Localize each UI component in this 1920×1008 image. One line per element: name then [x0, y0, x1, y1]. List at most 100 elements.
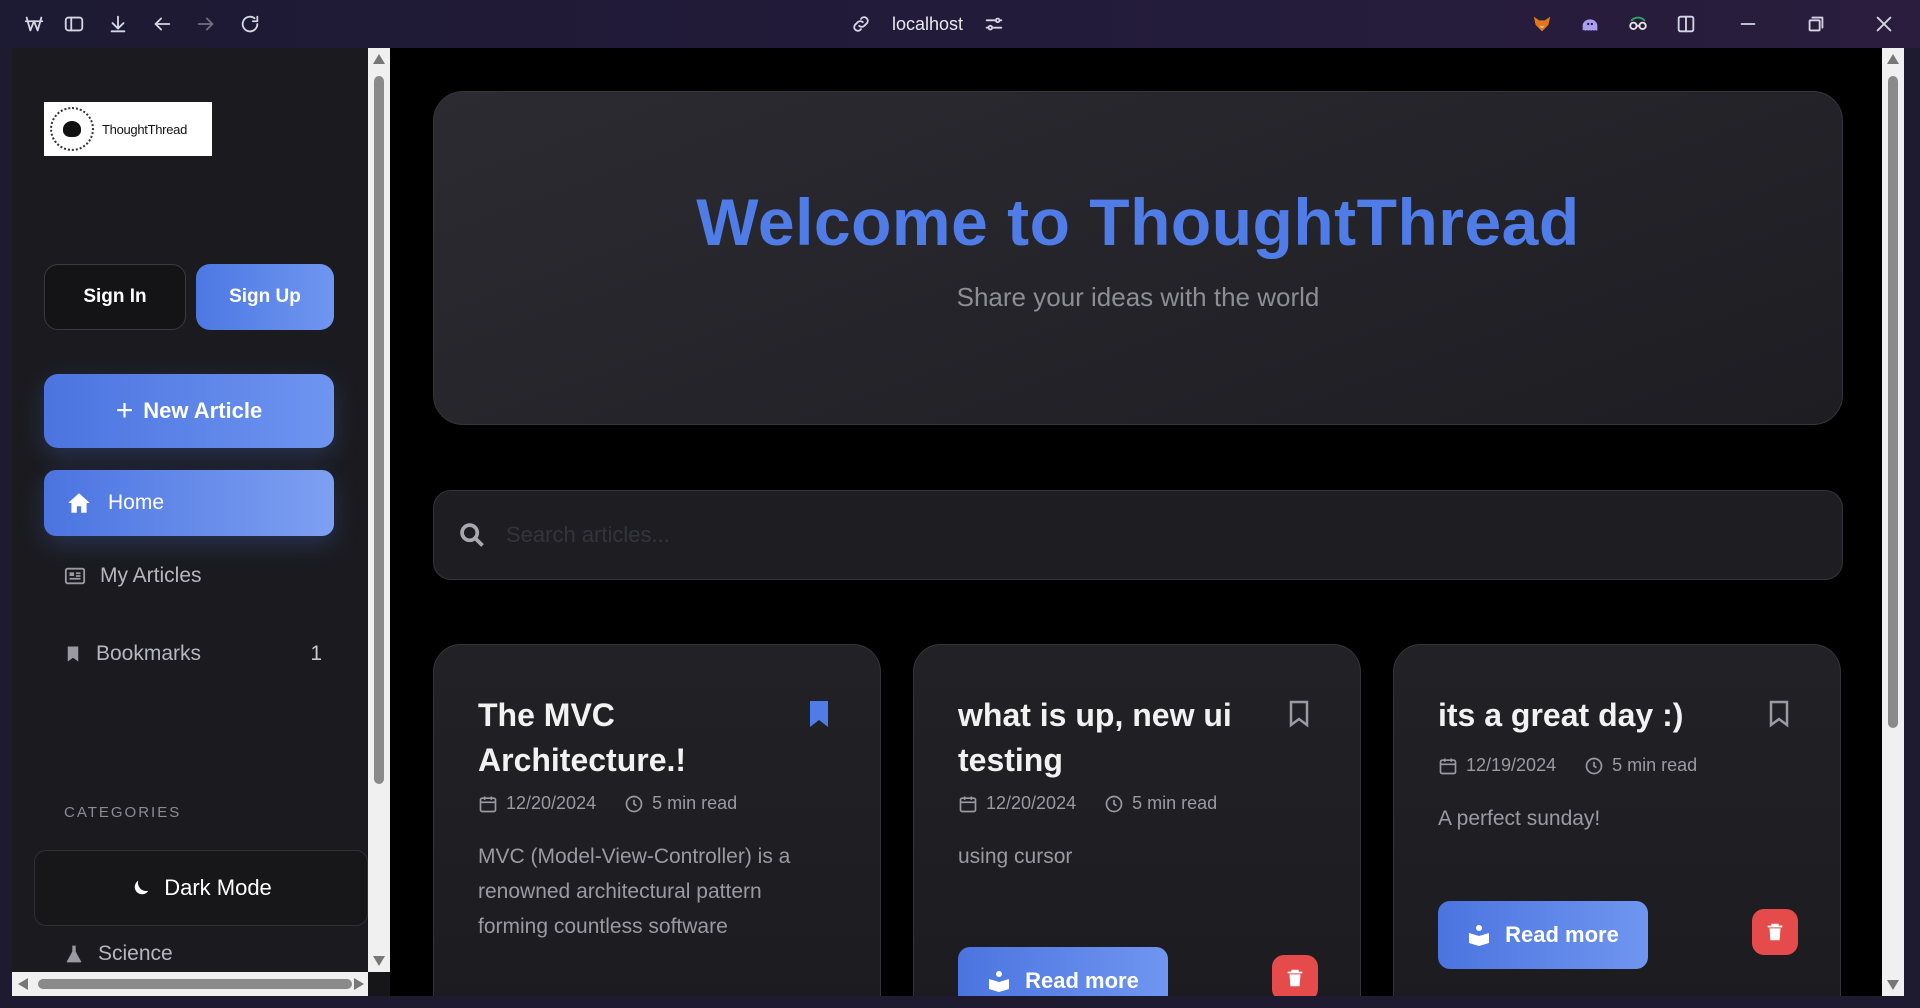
bookmark-outline-icon[interactable]: [1288, 699, 1310, 729]
scrollbar-thumb[interactable]: [38, 979, 352, 989]
back-arrow-icon[interactable]: [150, 12, 174, 36]
site-settings-icon[interactable]: [983, 13, 1005, 35]
sign-in-button[interactable]: Sign In: [44, 264, 186, 330]
search-input[interactable]: [506, 522, 1706, 548]
search-bar[interactable]: [433, 490, 1843, 580]
article-date: 12/20/2024: [506, 793, 597, 813]
link-icon: [853, 16, 869, 32]
search-icon: [460, 523, 484, 547]
article-date: 12/20/2024: [986, 793, 1077, 813]
scrollbar-thumb[interactable]: [1888, 76, 1898, 728]
bookmark-outline-icon[interactable]: [1768, 699, 1790, 729]
categories-heading: CATEGORIES: [64, 804, 182, 821]
home-icon: [68, 493, 90, 513]
article-card: what is up, new ui testing 12/20/2024 5 …: [913, 644, 1361, 996]
bookmark-icon: [67, 646, 79, 662]
scroll-left-arrow-icon[interactable]: [18, 978, 28, 990]
browser-toolbar: localhost: [0, 0, 1920, 48]
hero-title: Welcome to ThoughtThread: [696, 185, 1580, 259]
hero-banner: Welcome to ThoughtThread Share your idea…: [433, 91, 1843, 425]
bookmarks-count-badge: 1: [310, 642, 322, 665]
minimize-icon[interactable]: [1736, 12, 1760, 36]
bookmark-filled-icon[interactable]: [808, 699, 830, 729]
sidebar-vertical-scrollbar[interactable]: [368, 48, 390, 972]
clock-icon: [1105, 795, 1123, 812]
trash-icon: [1287, 969, 1303, 987]
read-more-label: Read more: [1505, 922, 1619, 947]
sidebar-item-home[interactable]: Home: [44, 470, 334, 536]
dark-mode-toggle[interactable]: Dark Mode: [34, 850, 368, 926]
new-article-label: New Article: [143, 398, 263, 423]
scroll-right-arrow-icon[interactable]: [354, 978, 364, 990]
article-title[interactable]: The MVC Architecture.!: [478, 693, 788, 783]
book-reader-icon: [989, 971, 1010, 992]
close-icon[interactable]: [1872, 12, 1896, 36]
scrollbar-thumb[interactable]: [374, 76, 384, 784]
article-read-time: 5 min read: [652, 793, 738, 813]
article-card: The MVC Architecture.! 12/20/2024 5 min …: [433, 644, 881, 996]
download-icon[interactable]: [106, 12, 130, 36]
sidebar: ThoughtThread Sign In Sign Up + New Arti…: [12, 48, 368, 972]
fox-extension-icon[interactable]: [1530, 12, 1554, 36]
glasses-extension-icon[interactable]: [1626, 12, 1650, 36]
article-meta: 12/19/2024 5 min read: [1438, 755, 1697, 776]
newspaper-icon: [64, 567, 86, 585]
reload-icon[interactable]: [238, 12, 262, 36]
article-read-time: 5 min read: [1132, 793, 1218, 813]
window-frame-bottom: [0, 996, 1920, 1008]
dark-mode-label: Dark Mode: [164, 875, 272, 900]
delete-button[interactable]: [1752, 909, 1798, 955]
split-view-icon[interactable]: [1674, 12, 1698, 36]
clock-icon: [1585, 757, 1603, 774]
article-meta: 12/20/2024 5 min read: [958, 793, 1217, 814]
category-label: Science: [98, 942, 173, 965]
calendar-icon: [959, 796, 977, 812]
article-read-time: 5 min read: [1612, 755, 1698, 775]
trash-icon: [1767, 923, 1783, 941]
clock-icon: [625, 795, 643, 812]
address-bar[interactable]: localhost: [850, 10, 1005, 38]
article-excerpt: A perfect sunday!: [1438, 807, 1601, 830]
article-title[interactable]: what is up, new ui testing: [958, 693, 1268, 783]
scroll-up-arrow-icon[interactable]: [1887, 54, 1899, 64]
scroll-down-arrow-icon[interactable]: [1887, 980, 1899, 990]
scroll-up-arrow-icon[interactable]: [373, 54, 385, 64]
main-vertical-scrollbar[interactable]: [1882, 48, 1904, 996]
sidebar-toggle-icon[interactable]: [62, 12, 86, 36]
read-more-button[interactable]: Read more: [958, 947, 1168, 996]
sidebar-item-my-articles[interactable]: My Articles: [64, 564, 202, 588]
sidebar-horizontal-scrollbar[interactable]: [12, 972, 368, 996]
window-frame-right: [1904, 48, 1920, 1008]
tree-logo-icon: [50, 107, 94, 151]
read-more-button[interactable]: Read more: [1438, 901, 1648, 969]
sidebar-frame: ThoughtThread Sign In Sign Up + New Arti…: [12, 48, 390, 996]
read-more-label: Read more: [1025, 968, 1139, 993]
flask-icon: [66, 945, 82, 963]
article-meta: 12/20/2024 5 min read: [478, 793, 737, 814]
category-item-science[interactable]: Science: [64, 942, 173, 966]
new-article-button[interactable]: + New Article: [44, 374, 334, 448]
article-excerpt: using cursor: [958, 845, 1073, 868]
scroll-down-arrow-icon[interactable]: [373, 956, 385, 966]
ghost-extension-icon[interactable]: [1578, 12, 1602, 36]
main-content: Welcome to ThoughtThread Share your idea…: [390, 48, 1882, 996]
article-title[interactable]: its a great day :): [1438, 693, 1748, 738]
article-date: 12/19/2024: [1466, 755, 1557, 775]
browser-logo-icon[interactable]: [22, 12, 46, 36]
delete-button[interactable]: [1272, 955, 1318, 996]
logo[interactable]: ThoughtThread: [44, 102, 212, 156]
plus-icon: +: [115, 394, 134, 427]
address-text[interactable]: localhost: [892, 14, 963, 35]
hero-subtitle: Share your ideas with the world: [956, 282, 1320, 312]
article-excerpt: MVC (Model-View-Controller) is a renowne…: [478, 845, 791, 938]
sidebar-item-label: Home: [108, 491, 165, 514]
forward-arrow-icon[interactable]: [194, 12, 218, 36]
calendar-icon: [1439, 758, 1457, 774]
sidebar-item-bookmarks[interactable]: Bookmarks 1: [64, 642, 322, 666]
logo-text: ThoughtThread: [102, 121, 187, 137]
restore-icon[interactable]: [1804, 12, 1828, 36]
article-card: its a great day :) 12/19/2024 5 min read…: [1393, 644, 1841, 996]
sign-up-button[interactable]: Sign Up: [196, 264, 334, 330]
window-frame-left: [0, 48, 12, 1008]
sidebar-item-label: My Articles: [100, 564, 202, 587]
